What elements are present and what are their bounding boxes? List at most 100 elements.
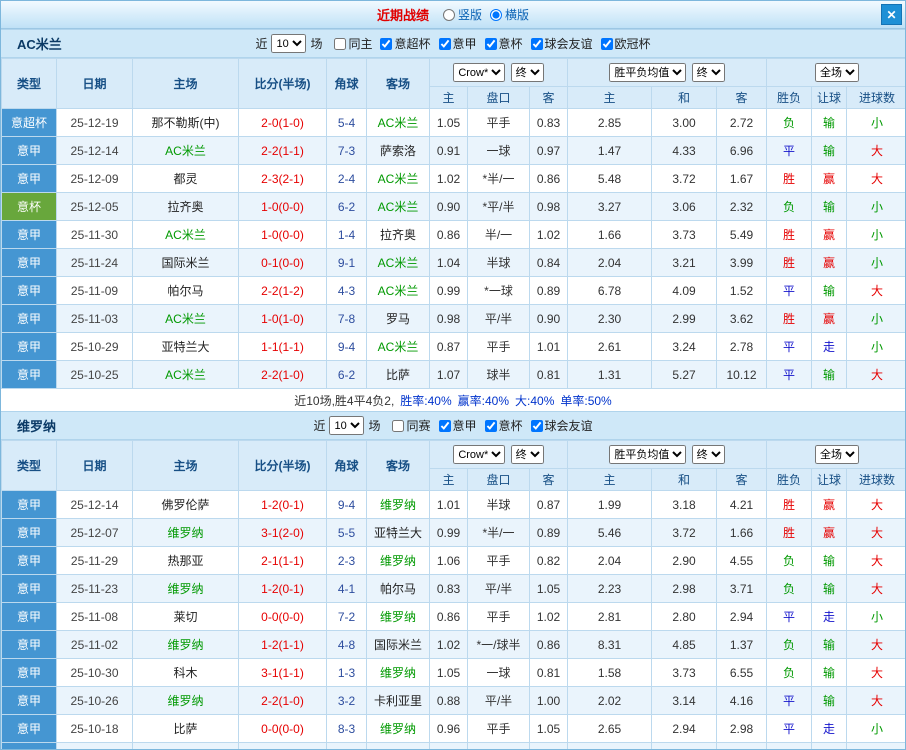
odds-company-select[interactable]: Crow*	[453, 445, 505, 464]
league-type: 意甲	[2, 249, 57, 277]
odds-home: 1.05	[430, 659, 468, 687]
filter-checkbox[interactable]	[531, 38, 543, 50]
odds-handicap: 一球	[468, 137, 530, 165]
odds-handicap: 平手	[468, 715, 530, 743]
avg-draw: 3.21	[652, 249, 717, 277]
corners: 9-1	[327, 249, 367, 277]
away-team: 卡利亚里	[367, 687, 430, 715]
filter-checkbox[interactable]	[439, 420, 451, 432]
avg-final-select[interactable]: 终	[692, 63, 725, 82]
avg-away: 2.28	[717, 743, 767, 750]
filter-checkbox[interactable]	[380, 38, 392, 50]
avg-home: 1.58	[568, 659, 652, 687]
odds-handicap: 平手	[468, 743, 530, 750]
filter-checkbox[interactable]	[392, 420, 404, 432]
odds-away: 1.02	[530, 603, 568, 631]
away-team: 亚特兰大	[367, 519, 430, 547]
result-handicap: 输	[812, 687, 847, 715]
result-handicap: 输	[812, 193, 847, 221]
match-count-select[interactable]: 10	[329, 416, 364, 435]
away-team: 萨索洛	[367, 743, 430, 750]
filter-checkbox[interactable]	[601, 38, 613, 50]
result-outcome: 胜	[767, 305, 812, 333]
match-row: 意杯25-12-05拉齐奥1-0(0-0)6-2AC米兰0.90*平/半0.98…	[2, 193, 906, 221]
odds-handicap: *半/一	[468, 519, 530, 547]
record-summary: 近10场,胜4平4负2,胜率:40%赢率:40%大:40%单率:50%	[1, 389, 905, 411]
odds-home: 0.88	[430, 687, 468, 715]
filter-label: 同赛	[406, 417, 430, 434]
home-team: 比萨	[133, 715, 239, 743]
filter-option[interactable]: 球会友谊	[531, 35, 593, 52]
result-outcome: 负	[767, 109, 812, 137]
filter-option[interactable]: 欧冠杯	[601, 35, 651, 52]
filter-controls: 近 10 场 同主意超杯意甲意杯球会友谊欧冠杯	[255, 34, 650, 53]
score: 2-0(1-0)	[239, 109, 327, 137]
odds-home: 1.06	[430, 547, 468, 575]
avg-home: 1.31	[568, 361, 652, 389]
odds-final-select[interactable]: 终	[511, 63, 544, 82]
avg-type-select[interactable]: 胜平负均值	[609, 63, 686, 82]
filter-checkbox[interactable]	[485, 420, 497, 432]
away-team: 维罗纳	[367, 715, 430, 743]
home-team: 科木	[133, 659, 239, 687]
subcol-outcome: 胜负	[767, 469, 812, 491]
match-count-select[interactable]: 10	[271, 34, 306, 53]
match-row: 意甲25-12-14佛罗伦萨1-2(0-1)9-4维罗纳1.01半球0.871.…	[2, 491, 906, 519]
home-team: 维罗纳	[133, 743, 239, 750]
match-date: 25-11-02	[57, 631, 133, 659]
match-row: 意甲25-11-30AC米兰1-0(0-0)1-4拉齐奥0.86半/一1.021…	[2, 221, 906, 249]
avg-draw: 3.24	[652, 333, 717, 361]
avg-draw: 3.18	[652, 491, 717, 519]
away-team: 比萨	[367, 361, 430, 389]
result-handicap: 输	[812, 361, 847, 389]
score: 2-2(1-1)	[239, 137, 327, 165]
filter-option[interactable]: 意甲	[439, 35, 477, 52]
col-home: 主场	[133, 441, 239, 491]
corners: 3-2	[327, 687, 367, 715]
recent-prefix: 近	[313, 417, 325, 434]
recent-results-window: 近期战绩 竖版 横版 ✕ AC米兰 近 10 场 同主意超杯意甲意杯球会友谊欧冠…	[0, 0, 906, 750]
odds-handicap: 平/半	[468, 687, 530, 715]
filter-option[interactable]: 意甲	[439, 417, 477, 434]
filter-option[interactable]: 意超杯	[380, 35, 430, 52]
odds-final-select[interactable]: 终	[511, 445, 544, 464]
filter-option[interactable]: 意杯	[485, 35, 523, 52]
close-button[interactable]: ✕	[881, 4, 902, 25]
avg-draw: 2.80	[652, 603, 717, 631]
layout-option-horizontal[interactable]: 横版	[490, 6, 529, 23]
summary-segment: 大:40%	[515, 392, 554, 409]
vertical-layout-radio[interactable]	[443, 9, 455, 21]
corners: 4-3	[327, 277, 367, 305]
result-handicap: 输	[812, 547, 847, 575]
matches-body: 意甲25-12-14佛罗伦萨1-2(0-1)9-4维罗纳1.01半球0.871.…	[2, 491, 906, 750]
filter-checkbox[interactable]	[531, 420, 543, 432]
result-goals: 大	[847, 277, 906, 305]
filter-checkbox[interactable]	[439, 38, 451, 50]
odds-group-header: Crow* 终	[430, 59, 568, 87]
avg-home: 6.78	[568, 277, 652, 305]
subcol-goals-result: 进球数	[847, 469, 906, 491]
match-scope-select[interactable]: 全场	[815, 445, 859, 464]
filter-option[interactable]: 球会友谊	[531, 417, 593, 434]
filter-option[interactable]: 意杯	[485, 417, 523, 434]
odds-home: 1.01	[430, 743, 468, 750]
filter-option[interactable]: 同赛	[392, 417, 430, 434]
filter-checkbox[interactable]	[334, 38, 346, 50]
home-team: 国际米兰	[133, 249, 239, 277]
avg-final-select[interactable]: 终	[692, 445, 725, 464]
horizontal-layout-radio[interactable]	[490, 9, 502, 21]
avg-draw: 2.98	[652, 575, 717, 603]
avg-type-select[interactable]: 胜平负均值	[609, 445, 686, 464]
home-team: 亚特兰大	[133, 333, 239, 361]
match-row: 意甲25-12-14AC米兰2-2(1-1)7-3萨索洛0.91一球0.971.…	[2, 137, 906, 165]
close-icon: ✕	[886, 8, 896, 22]
filter-option[interactable]: 同主	[334, 35, 372, 52]
filter-checkbox[interactable]	[485, 38, 497, 50]
match-scope-select[interactable]: 全场	[815, 63, 859, 82]
layout-option-vertical[interactable]: 竖版	[443, 6, 482, 23]
odds-company-select[interactable]: Crow*	[453, 63, 505, 82]
subcol-avg-away: 客	[717, 469, 767, 491]
match-row: 意甲25-10-04维罗纳0-1(0-0)4-6萨索洛1.01平手0.813.1…	[2, 743, 906, 750]
away-team: 维罗纳	[367, 603, 430, 631]
away-team: 维罗纳	[367, 659, 430, 687]
